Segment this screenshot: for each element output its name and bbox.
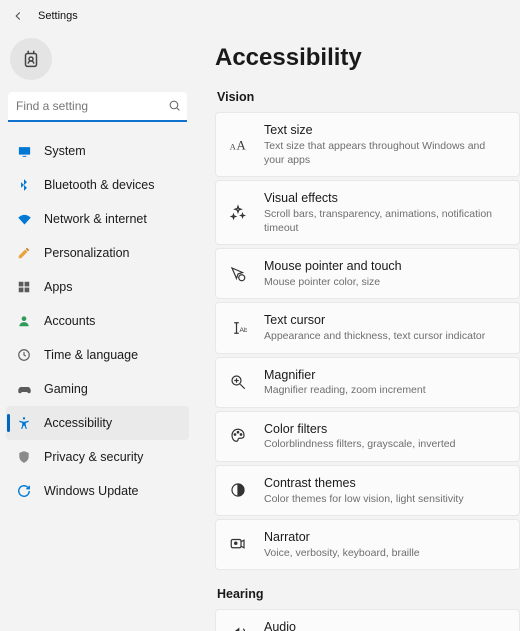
- magnifier-icon: [228, 372, 248, 392]
- nav-item-privacy[interactable]: Privacy & security: [6, 440, 189, 474]
- card-title: Text size: [264, 122, 507, 139]
- card-title: Color filters: [264, 421, 455, 438]
- svg-text:A: A: [230, 142, 236, 151]
- card-sub: Scroll bars, transparency, animations, n…: [264, 207, 507, 235]
- main-content: Accessibility Vision AA Text size Text s…: [195, 28, 520, 631]
- svg-text:A: A: [237, 138, 247, 152]
- card-sub: Color themes for low vision, light sensi…: [264, 492, 464, 506]
- nav-item-bluetooth[interactable]: Bluetooth & devices: [6, 168, 189, 202]
- network-icon: [16, 212, 32, 227]
- card-title: Narrator: [264, 529, 420, 546]
- nav-label: Apps: [44, 280, 73, 294]
- card-title: Text cursor: [264, 312, 485, 329]
- card-title: Mouse pointer and touch: [264, 258, 402, 275]
- accessibility-icon: [16, 416, 32, 430]
- nav-item-apps[interactable]: Apps: [6, 270, 189, 304]
- nav-item-personalization[interactable]: Personalization: [6, 236, 189, 270]
- hearing-list: Audio Mono audio, audio notifications CC…: [215, 609, 520, 631]
- card-contrast-themes[interactable]: Contrast themes Color themes for low vis…: [215, 465, 520, 516]
- window-title: Settings: [38, 10, 78, 22]
- card-magnifier[interactable]: Magnifier Magnifier reading, zoom increm…: [215, 357, 520, 408]
- card-visual-effects[interactable]: Visual effects Scroll bars, transparency…: [215, 180, 520, 245]
- nav-item-update[interactable]: Windows Update: [6, 474, 189, 508]
- vision-list: AA Text size Text size that appears thro…: [215, 112, 520, 573]
- nav-list: System Bluetooth & devices Network & int…: [6, 134, 189, 508]
- card-color-filters[interactable]: Color filters Colorblindness filters, gr…: [215, 411, 520, 462]
- contrast-themes-icon: [228, 480, 248, 500]
- text-cursor-icon: Ab: [228, 318, 248, 338]
- nav-item-network[interactable]: Network & internet: [6, 202, 189, 236]
- nav-label: Privacy & security: [44, 450, 143, 464]
- system-icon: [16, 144, 32, 159]
- nav-item-accounts[interactable]: Accounts: [6, 304, 189, 338]
- search-box[interactable]: [8, 92, 187, 122]
- time-icon: [16, 348, 32, 362]
- nav-label: Accounts: [44, 314, 95, 328]
- titlebar: Settings: [0, 0, 520, 28]
- card-text-cursor[interactable]: Ab Text cursor Appearance and thickness,…: [215, 302, 520, 353]
- back-button[interactable]: [8, 6, 28, 26]
- privacy-icon: [16, 450, 32, 464]
- card-title: Visual effects: [264, 190, 507, 207]
- card-mouse-pointer[interactable]: Mouse pointer and touch Mouse pointer co…: [215, 248, 520, 299]
- card-sub: Colorblindness filters, grayscale, inver…: [264, 437, 455, 451]
- nav-item-accessibility[interactable]: Accessibility: [6, 406, 189, 440]
- sidebar: System Bluetooth & devices Network & int…: [0, 28, 195, 631]
- nav-label: Personalization: [44, 246, 129, 260]
- accounts-icon: [16, 314, 32, 328]
- gaming-icon: [16, 382, 32, 397]
- card-sub: Mouse pointer color, size: [264, 275, 402, 289]
- card-sub: Appearance and thickness, text cursor in…: [264, 329, 485, 343]
- color-filters-icon: [228, 426, 248, 446]
- nav-label: System: [44, 144, 86, 158]
- visual-effects-icon: [228, 203, 248, 223]
- nav-label: Gaming: [44, 382, 88, 396]
- search-input[interactable]: [8, 92, 187, 122]
- card-sub: Text size that appears throughout Window…: [264, 139, 507, 167]
- card-audio[interactable]: Audio Mono audio, audio notifications: [215, 609, 520, 631]
- nav-label: Time & language: [44, 348, 138, 362]
- search-icon: [168, 99, 181, 115]
- nav-item-time[interactable]: Time & language: [6, 338, 189, 372]
- apps-icon: [16, 280, 32, 294]
- nav-label: Bluetooth & devices: [44, 178, 155, 192]
- audio-icon: [228, 624, 248, 631]
- nav-item-gaming[interactable]: Gaming: [6, 372, 189, 406]
- text-size-icon: AA: [228, 135, 248, 155]
- card-sub: Magnifier reading, zoom increment: [264, 383, 426, 397]
- nav-label: Network & internet: [44, 212, 147, 226]
- card-text-size[interactable]: AA Text size Text size that appears thro…: [215, 112, 520, 177]
- update-icon: [16, 484, 32, 498]
- personalization-icon: [16, 246, 32, 260]
- nav-label: Accessibility: [44, 416, 112, 430]
- mouse-pointer-icon: [228, 264, 248, 284]
- nav-label: Windows Update: [44, 484, 139, 498]
- nav-item-system[interactable]: System: [6, 134, 189, 168]
- narrator-icon: [228, 534, 248, 554]
- card-title: Contrast themes: [264, 475, 464, 492]
- card-title: Audio: [264, 619, 409, 631]
- section-header-vision: Vision: [217, 90, 520, 104]
- svg-text:Ab: Ab: [240, 327, 248, 334]
- card-narrator[interactable]: Narrator Voice, verbosity, keyboard, bra…: [215, 519, 520, 570]
- card-title: Magnifier: [264, 367, 426, 384]
- user-avatar[interactable]: [10, 38, 52, 80]
- page-title: Accessibility: [215, 44, 520, 72]
- card-sub: Voice, verbosity, keyboard, braille: [264, 546, 420, 560]
- bluetooth-icon: [16, 178, 32, 192]
- section-header-hearing: Hearing: [217, 587, 520, 601]
